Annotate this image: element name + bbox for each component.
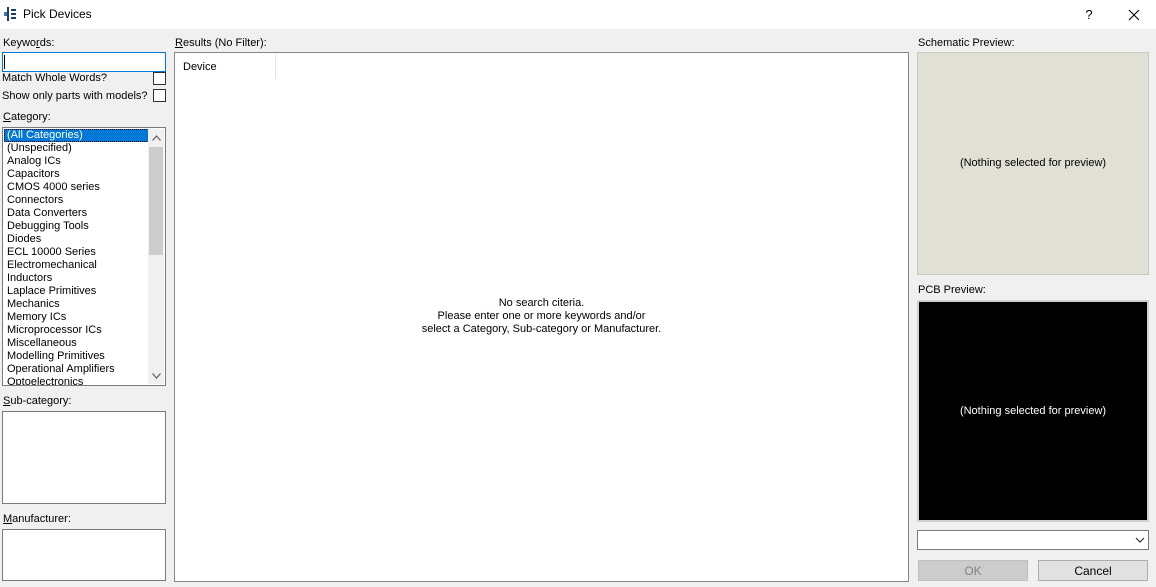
match-whole-words-checkbox[interactable]	[153, 72, 166, 85]
results-empty-message: No search citeria. Please enter one or m…	[421, 297, 662, 335]
pick-devices-icon	[4, 7, 16, 21]
window-title: Pick Devices	[23, 7, 92, 21]
chevron-down-icon	[1135, 537, 1145, 543]
category-item[interactable]: Inductors	[4, 272, 149, 285]
close-button[interactable]	[1112, 0, 1156, 29]
category-item[interactable]: Connectors	[4, 194, 149, 207]
scroll-up-icon[interactable]	[148, 129, 164, 146]
results-list[interactable]: Device No search citeria. Please enter o…	[174, 52, 909, 582]
category-item[interactable]: Data Converters	[4, 207, 149, 220]
category-item[interactable]: Miscellaneous	[4, 337, 149, 350]
pcb-preview-label: PCB Preview:	[918, 284, 986, 296]
category-item[interactable]: CMOS 4000 series	[4, 181, 149, 194]
keywords-label: Keywords:	[3, 37, 55, 49]
subcategory-label: Sub-category:	[3, 395, 72, 407]
category-item[interactable]: (Unspecified)	[4, 142, 149, 155]
category-scrollbar[interactable]	[148, 129, 164, 384]
manufacturer-label: Manufacturer:	[3, 513, 71, 525]
match-whole-words-label: Match Whole Words?	[2, 72, 107, 84]
text-caret	[4, 55, 5, 69]
show-models-checkbox[interactable]	[153, 89, 166, 102]
scroll-down-icon[interactable]	[148, 367, 164, 384]
package-dropdown[interactable]	[917, 530, 1149, 550]
category-item[interactable]: Laplace Primitives	[4, 285, 149, 298]
show-models-label: Show only parts with models?	[2, 90, 148, 102]
keywords-input[interactable]	[2, 52, 166, 72]
cancel-button[interactable]: Cancel	[1038, 560, 1148, 581]
subcategory-list[interactable]	[2, 411, 166, 504]
category-item[interactable]: Debugging Tools	[4, 220, 149, 233]
category-item[interactable]: Operational Amplifiers	[4, 363, 149, 376]
title-bar: Pick Devices ?	[0, 0, 1156, 29]
schematic-preview-label: Schematic Preview:	[918, 37, 1015, 49]
pcb-preview-message: (Nothing selected for preview)	[959, 405, 1107, 417]
ok-button[interactable]: OK	[918, 560, 1028, 581]
close-icon	[1128, 9, 1140, 20]
category-item[interactable]: (All Categories)	[4, 129, 149, 142]
category-item[interactable]: Mechanics	[4, 298, 149, 311]
column-header-device[interactable]: Device	[176, 54, 276, 79]
category-items: (All Categories) (Unspecified) Analog ICs C…	[4, 129, 149, 385]
category-item[interactable]: Analog ICs	[4, 155, 149, 168]
category-item[interactable]: Capacitors	[4, 168, 149, 181]
category-item[interactable]: Microprocessor ICs	[4, 324, 149, 337]
category-list[interactable]: (All Categories) (Unspecified) Analog ICs C…	[2, 127, 166, 386]
help-button[interactable]: ?	[1067, 0, 1111, 29]
results-label: Results (No Filter):	[175, 37, 267, 49]
scroll-thumb[interactable]	[149, 147, 163, 255]
schematic-preview: (Nothing selected for preview)	[917, 52, 1149, 275]
category-item[interactable]: Electromechanical	[4, 259, 149, 272]
pcb-preview: (Nothing selected for preview)	[917, 300, 1149, 522]
category-item[interactable]: Diodes	[4, 233, 149, 246]
category-item[interactable]: Modelling Primitives	[4, 350, 149, 363]
category-item[interactable]: Memory ICs	[4, 311, 149, 324]
schematic-preview-message: (Nothing selected for preview)	[959, 157, 1107, 169]
manufacturer-list[interactable]	[2, 529, 166, 581]
category-label: Category:	[3, 111, 51, 123]
category-item[interactable]: ECL 10000 Series	[4, 246, 149, 259]
category-item[interactable]: Optoelectronics	[4, 376, 149, 385]
